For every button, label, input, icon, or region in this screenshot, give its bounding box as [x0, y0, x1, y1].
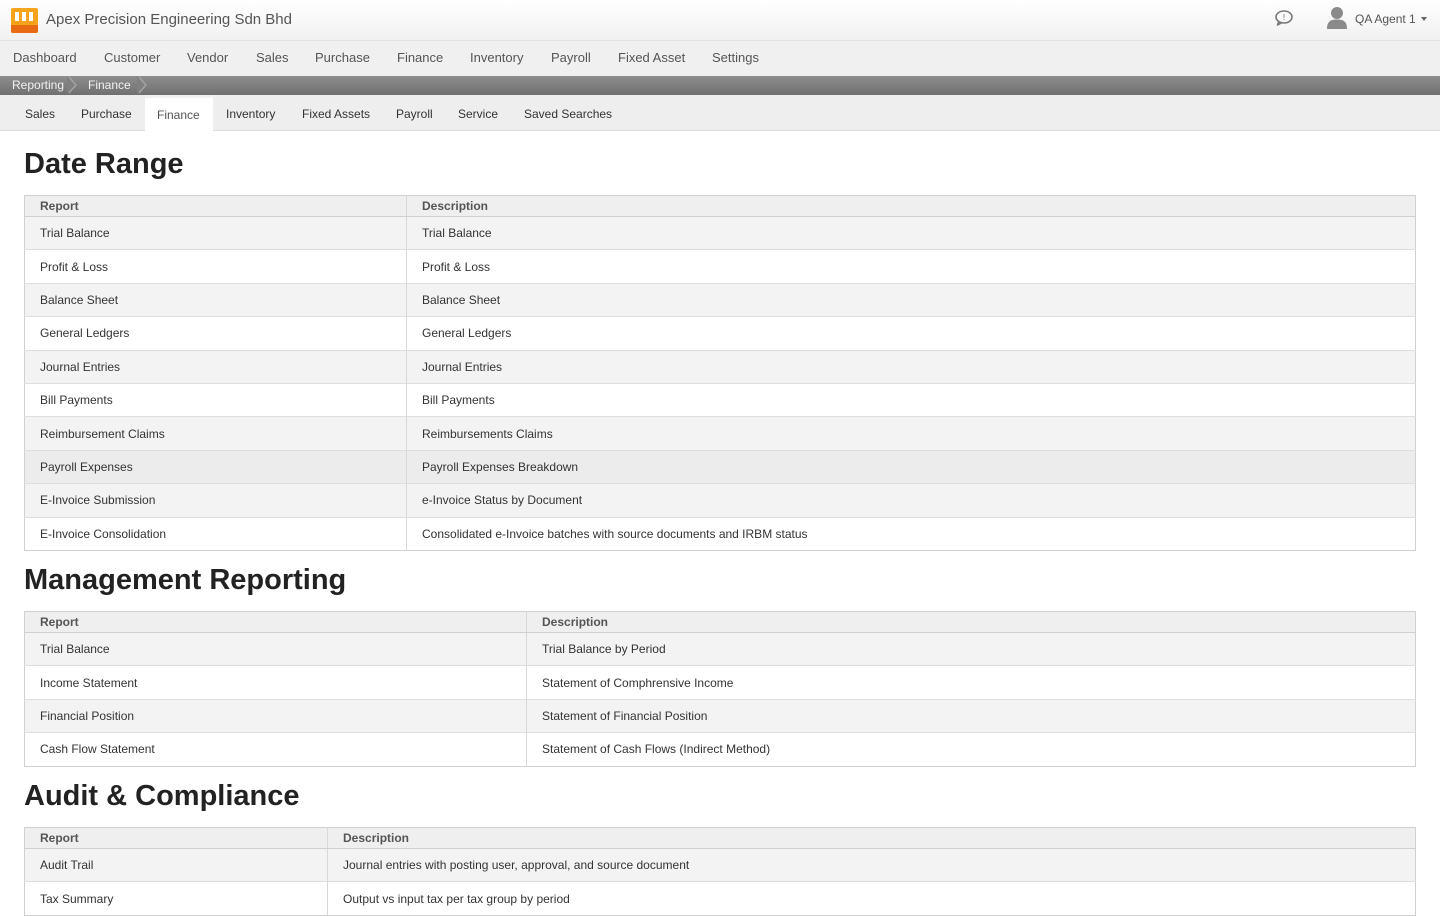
- tab-payroll[interactable]: Payroll: [384, 95, 445, 131]
- nav-item-settings[interactable]: Settings: [712, 50, 759, 65]
- caret-down-icon[interactable]: [1421, 17, 1427, 21]
- tab-saved-searches[interactable]: Saved Searches: [512, 95, 624, 131]
- report-link[interactable]: Cash Flow Statement: [24, 732, 527, 767]
- nav-item-purchase[interactable]: Purchase: [315, 50, 370, 65]
- date-range-report-table: Report Description Trial Balance Trial Ba…: [24, 195, 1416, 551]
- report-description: Payroll Expenses Breakdown: [406, 449, 1416, 484]
- nav-item-fixed-asset[interactable]: Fixed Asset: [618, 50, 685, 65]
- report-description: e-Invoice Status by Document: [406, 483, 1416, 518]
- report-description: Consolidated e-Invoice batches with sour…: [406, 516, 1416, 551]
- tab-fixed-assets[interactable]: Fixed Assets: [290, 95, 382, 131]
- column-header-description[interactable]: Description: [526, 611, 1416, 633]
- table-row[interactable]: Payroll Expenses Payroll Expenses Breakdo…: [24, 449, 1416, 484]
- logo-icon[interactable]: [11, 8, 38, 33]
- section-title-audit-compliance: Audit & Compliance: [24, 780, 300, 812]
- nav-item-dashboard[interactable]: Dashboard: [13, 50, 77, 65]
- report-link[interactable]: Income Statement: [24, 665, 527, 700]
- nav-item-vendor[interactable]: Vendor: [187, 50, 228, 65]
- table-row[interactable]: E-Invoice Submission e-Invoice Status by …: [24, 483, 1416, 518]
- report-description: Balance Sheet: [406, 282, 1416, 317]
- report-description: Journal Entries: [406, 349, 1416, 384]
- table-row[interactable]: Audit Trail Journal entries with posting …: [24, 847, 1416, 882]
- tab-sales[interactable]: Sales: [13, 95, 67, 131]
- report-link[interactable]: Balance Sheet: [24, 282, 407, 317]
- section-title-date-range: Date Range: [24, 148, 184, 180]
- column-header-report[interactable]: Report: [24, 827, 328, 849]
- table-row[interactable]: Profit & Loss Profit & Loss: [24, 249, 1416, 284]
- report-description: Journal entries with posting user, appro…: [327, 847, 1416, 882]
- table-row[interactable]: General Ledgers General Ledgers: [24, 316, 1416, 351]
- table-row[interactable]: Balance Sheet Balance Sheet: [24, 282, 1416, 317]
- report-description: Trial Balance: [406, 215, 1416, 250]
- report-link[interactable]: Tax Summary: [24, 881, 328, 916]
- report-link[interactable]: Profit & Loss: [24, 249, 407, 284]
- nav-item-inventory[interactable]: Inventory: [470, 50, 523, 65]
- report-description: Trial Balance by Period: [526, 631, 1416, 666]
- report-category-tabs: Sales Purchase Finance Inventory Fixed A…: [0, 95, 1440, 131]
- table-row[interactable]: Income Statement Statement of Comphrensiv…: [24, 665, 1416, 700]
- report-link[interactable]: Financial Position: [24, 698, 527, 733]
- management-reporting-table: Report Description Trial Balance Trial Ba…: [24, 611, 1416, 767]
- report-link[interactable]: Trial Balance: [24, 215, 407, 250]
- tab-purchase[interactable]: Purchase: [69, 95, 144, 131]
- report-link[interactable]: E-Invoice Consolidation: [24, 516, 407, 551]
- table-row[interactable]: Tax Summary Output vs input tax per tax g…: [24, 881, 1416, 916]
- table-row[interactable]: Journal Entries Journal Entries: [24, 349, 1416, 384]
- section-title-management-reporting: Management Reporting: [24, 564, 347, 596]
- report-description: Reimbursements Claims: [406, 416, 1416, 451]
- report-link[interactable]: Reimbursement Claims: [24, 416, 407, 451]
- main-nav: Dashboard Customer Vendor Sales Purchase…: [0, 40, 1440, 76]
- report-link[interactable]: General Ledgers: [24, 316, 407, 351]
- table-row[interactable]: Trial Balance Trial Balance: [24, 215, 1416, 250]
- table-row[interactable]: Cash Flow Statement Statement of Cash Flo…: [24, 732, 1416, 767]
- table-row[interactable]: Financial Position Statement of Financial…: [24, 698, 1416, 733]
- user-icon[interactable]: [1326, 6, 1348, 30]
- report-description: Statement of Comphrensive Income: [526, 665, 1416, 700]
- table-row[interactable]: Trial Balance Trial Balance by Period: [24, 631, 1416, 666]
- column-header-report[interactable]: Report: [24, 611, 527, 633]
- table-row[interactable]: E-Invoice Consolidation Consolidated e-In…: [24, 516, 1416, 551]
- nav-item-finance[interactable]: Finance: [397, 50, 443, 65]
- breadcrumb-item-finance[interactable]: Finance: [76, 76, 131, 95]
- column-header-description[interactable]: Description: [327, 827, 1416, 849]
- report-link[interactable]: Payroll Expenses: [24, 449, 407, 484]
- table-row[interactable]: Bill Payments Bill Payments: [24, 382, 1416, 417]
- report-description: Profit & Loss: [406, 249, 1416, 284]
- report-description: Statement of Financial Position: [526, 698, 1416, 733]
- column-header-report[interactable]: Report: [24, 195, 407, 217]
- tab-inventory[interactable]: Inventory: [214, 95, 287, 131]
- report-link[interactable]: Trial Balance: [24, 631, 527, 666]
- report-description: General Ledgers: [406, 316, 1416, 351]
- breadcrumb: Reporting Finance: [0, 76, 1440, 95]
- report-description: Statement of Cash Flows (Indirect Method…: [526, 732, 1416, 767]
- audit-compliance-table: Report Description Audit Trail Journal en…: [24, 827, 1416, 916]
- nav-item-sales[interactable]: Sales: [256, 50, 289, 65]
- company-name[interactable]: Apex Precision Engineering Sdn Bhd: [46, 11, 292, 28]
- table-row[interactable]: Reimbursement Claims Reimbursements Claim…: [24, 416, 1416, 451]
- nav-item-payroll[interactable]: Payroll: [551, 50, 591, 65]
- report-link[interactable]: Journal Entries: [24, 349, 407, 384]
- report-link[interactable]: Audit Trail: [24, 847, 328, 882]
- nav-item-customer[interactable]: Customer: [104, 50, 160, 65]
- report-description: Bill Payments: [406, 382, 1416, 417]
- svg-text:!: !: [1282, 13, 1285, 22]
- user-name[interactable]: QA Agent 1: [1355, 12, 1416, 26]
- report-description: Output vs input tax per tax group by per…: [327, 881, 1416, 916]
- tab-service[interactable]: Service: [446, 95, 510, 131]
- breadcrumb-item-reporting[interactable]: Reporting: [0, 76, 64, 95]
- report-link[interactable]: Bill Payments: [24, 382, 407, 417]
- report-link[interactable]: E-Invoice Submission: [24, 483, 407, 518]
- top-bar: Apex Precision Engineering Sdn Bhd ! QA …: [0, 0, 1440, 40]
- column-header-description[interactable]: Description: [406, 195, 1416, 217]
- chat-icon[interactable]: !: [1274, 9, 1294, 27]
- tab-finance[interactable]: Finance: [145, 95, 213, 131]
